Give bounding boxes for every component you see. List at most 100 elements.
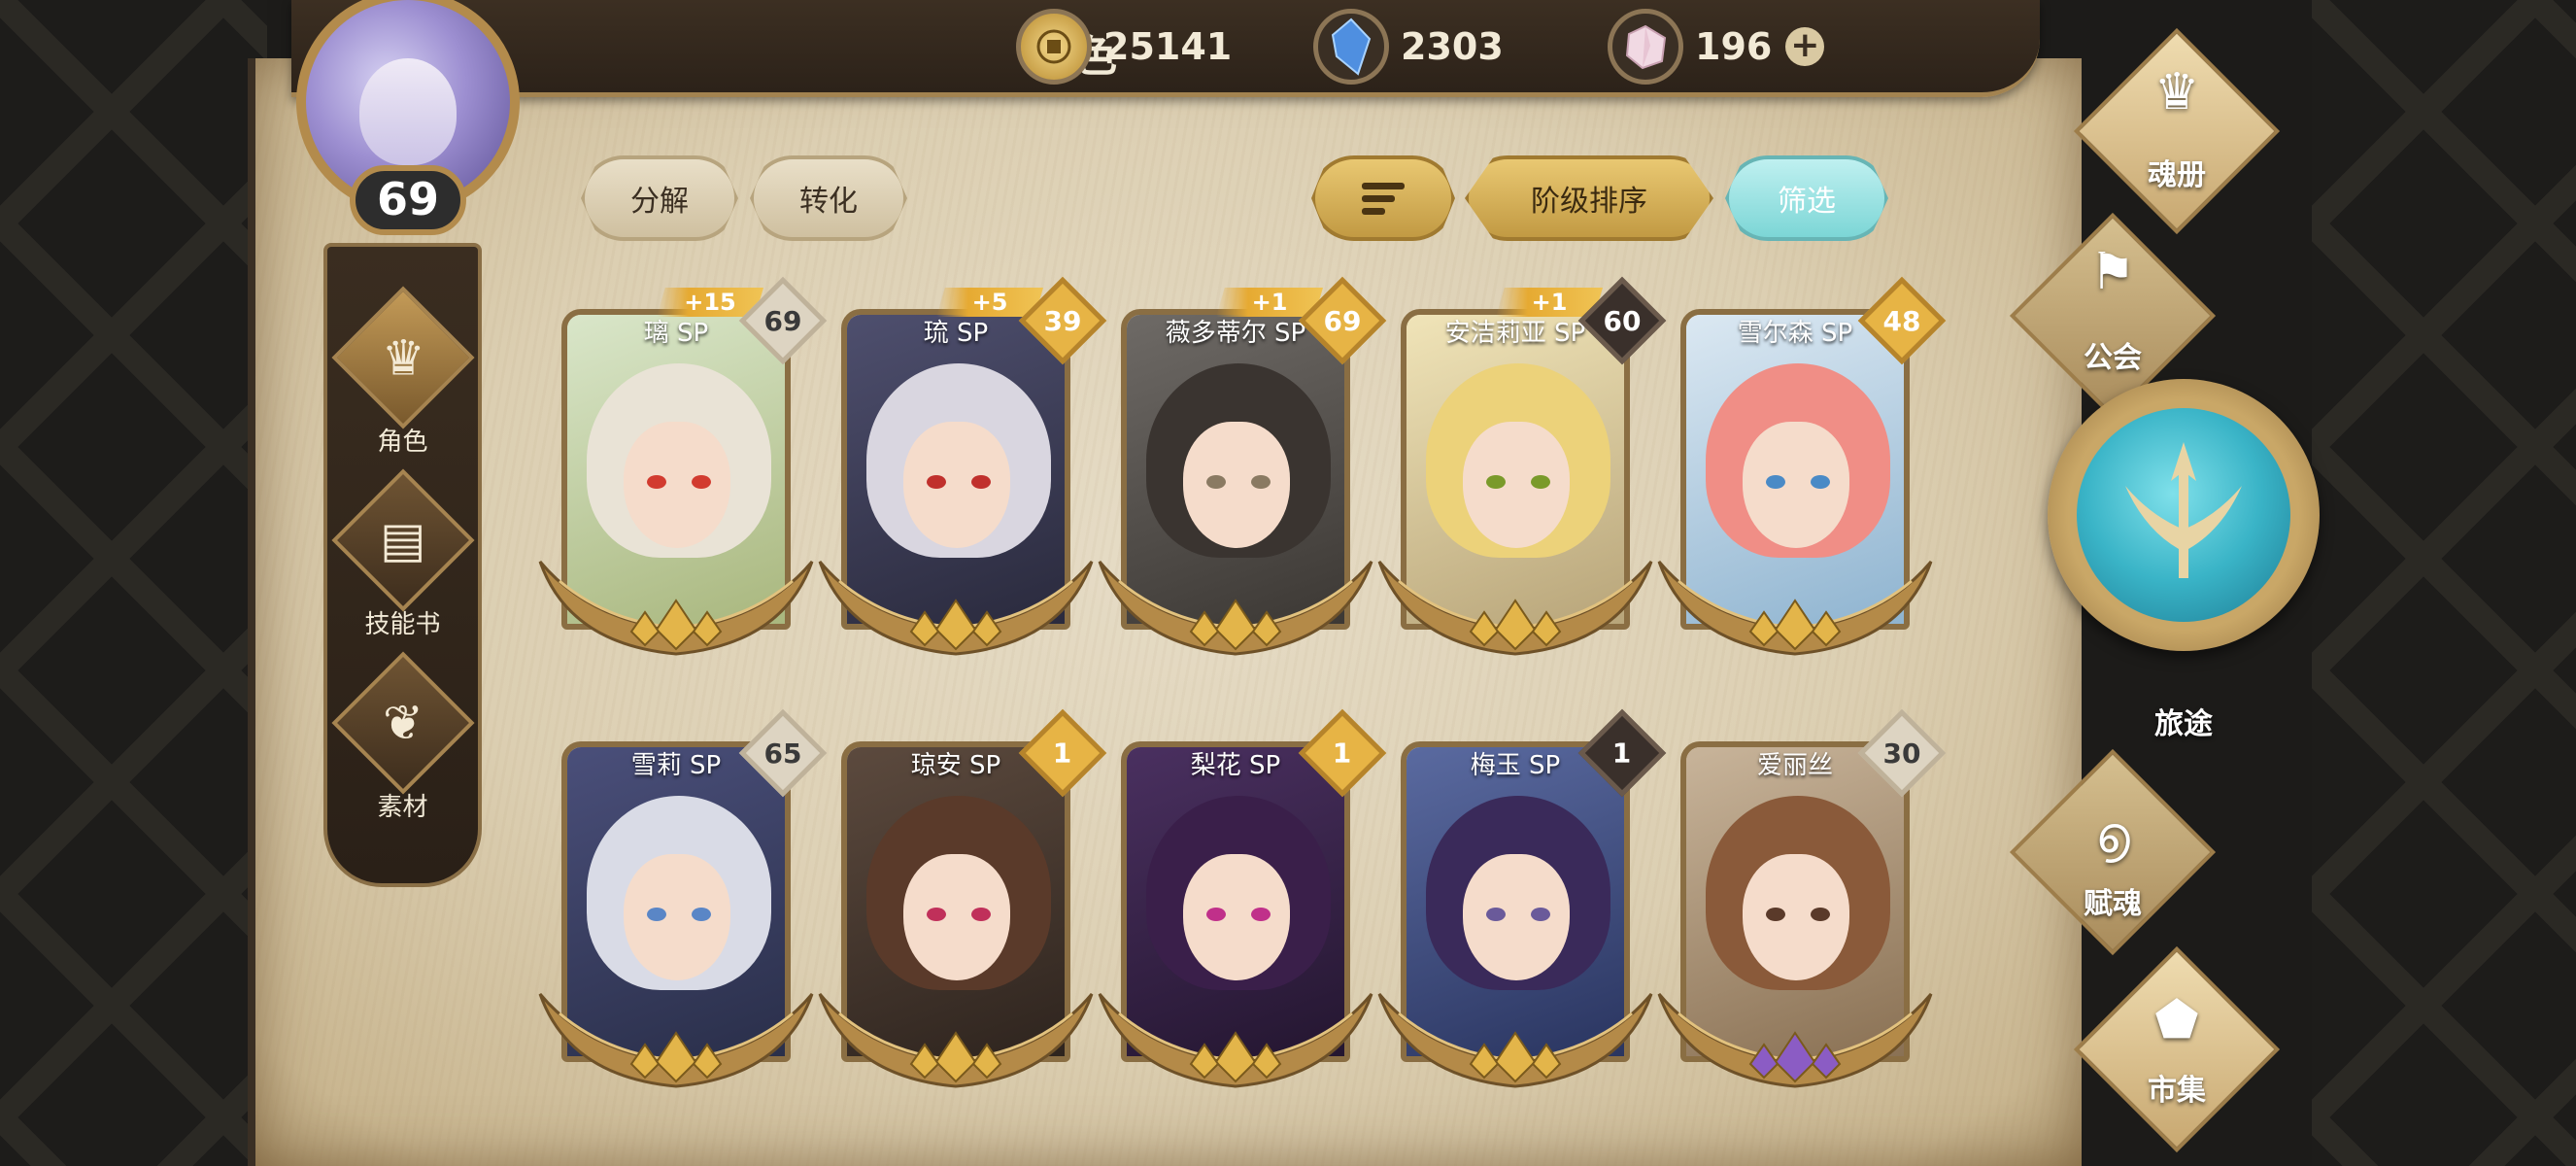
journey-icon [2077, 408, 2290, 622]
player-avatar[interactable]: 69 [282, 0, 534, 262]
character-level: 65 [763, 737, 802, 770]
portrait-eye [1206, 908, 1226, 921]
player-level: 69 [350, 165, 466, 235]
character-level: 1 [1612, 737, 1632, 770]
rank-wings-icon [1377, 561, 1653, 656]
portrait-face [1463, 422, 1570, 548]
portrait-eye [647, 475, 666, 489]
character-card[interactable]: 璃 SP 69 +15 [538, 276, 831, 700]
character-level: 1 [1053, 737, 1072, 770]
portrait-eye [1251, 908, 1271, 921]
crystal-value: 2303 [1401, 25, 1504, 68]
portrait-eye [1766, 475, 1785, 489]
sort-icon [1362, 182, 1405, 215]
sidebar-item-character[interactable]: ♛ 角色 [327, 286, 478, 458]
rank-wings-icon [1098, 993, 1373, 1088]
portrait-eye [1531, 908, 1550, 921]
character-level: 69 [763, 304, 802, 337]
rank-wings-icon [818, 561, 1094, 656]
portrait-eye [1811, 908, 1830, 921]
blue-crystal-icon [1313, 9, 1389, 85]
soul-book-icon: ♛ [2153, 63, 2200, 121]
nav-soul-book-label: 魂册 [2148, 158, 2206, 192]
character-card[interactable]: 梅玉 SP 1 [1377, 708, 1671, 1132]
rank-wings-icon [818, 993, 1094, 1088]
character-card[interactable]: 薇多蒂尔 SP 69 +1 [1098, 276, 1391, 700]
portrait-eye [971, 908, 991, 921]
nav-journey[interactable]: 旅途 [2048, 379, 2329, 748]
portrait-eye [1531, 475, 1550, 489]
portrait-eye [1206, 475, 1226, 489]
portrait-eye [647, 908, 666, 921]
filter-button[interactable]: 筛选 [1725, 155, 1888, 241]
portrait-face [903, 422, 1010, 548]
rank-sort-button[interactable]: 阶级排序 [1465, 155, 1713, 241]
gold-resource: 25141 [1016, 6, 1232, 87]
sidebar-item-material[interactable]: ❦ 素材 [327, 651, 478, 823]
portrait-eye [1811, 475, 1830, 489]
left-sidebar: ♛ 角色 ▤ 技能书 ❦ 素材 [323, 243, 482, 887]
character-level: 1 [1333, 737, 1352, 770]
character-card[interactable]: 琼安 SP 1 [818, 708, 1111, 1132]
portrait-eye [971, 475, 991, 489]
portrait-face [1183, 422, 1290, 548]
portrait-eye [1766, 908, 1785, 921]
character-level: 30 [1882, 737, 1921, 770]
character-icon: ♛ [330, 286, 475, 429]
character-level: 48 [1882, 304, 1921, 337]
decompose-button[interactable]: 分解 [581, 155, 738, 241]
left-wall [0, 0, 267, 1166]
sidebar-item-skill-book[interactable]: ▤ 技能书 [327, 468, 478, 640]
soul-infuse-icon: ൭ [2095, 806, 2130, 865]
market-icon: ⬟ [2154, 991, 2199, 1049]
portrait-eye [692, 908, 711, 921]
convert-button[interactable]: 转化 [750, 155, 907, 241]
portrait-face [1463, 854, 1570, 980]
skill-book-icon: ▤ [330, 468, 475, 612]
portrait-eye [927, 908, 946, 921]
character-card[interactable]: 爱丽丝 30 [1657, 708, 1950, 1132]
material-icon: ❦ [330, 651, 475, 795]
portrait-face [1183, 854, 1290, 980]
pink-gem-icon [1608, 9, 1683, 85]
gold-coin-icon [1016, 9, 1092, 85]
guild-icon: ⚑ [2089, 243, 2136, 301]
portrait-face [903, 854, 1010, 980]
portrait-eye [1486, 475, 1506, 489]
portrait-face [1743, 854, 1849, 980]
add-gem-button[interactable]: + [1785, 27, 1825, 66]
nav-soul-book[interactable] [2073, 27, 2281, 235]
portrait-eye [692, 475, 711, 489]
portrait-face [1743, 422, 1849, 548]
character-level: 69 [1323, 304, 1362, 337]
portrait-eye [1486, 908, 1506, 921]
gem-value: 196 [1695, 25, 1773, 68]
rank-wings-icon [1098, 561, 1373, 656]
character-card[interactable]: 安洁莉亚 SP 60 +1 [1377, 276, 1671, 700]
rank-wings-icon [1657, 561, 1933, 656]
nav-market[interactable] [2073, 945, 2281, 1153]
portrait-eye [927, 475, 946, 489]
nav-soul-infuse-label: 赋魂 [2084, 887, 2142, 921]
character-card[interactable]: 梨花 SP 1 [1098, 708, 1391, 1132]
rank-wings-icon [1657, 993, 1933, 1088]
top-bar: 雪色 25141 2303 196 + [291, 0, 2040, 97]
avatar-face [359, 58, 457, 165]
sort-order-button[interactable] [1311, 155, 1455, 241]
character-card[interactable]: 雪莉 SP 65 [538, 708, 831, 1132]
gem-resource[interactable]: 196 + [1608, 6, 1825, 87]
nav-journey-label: 旅途 [2154, 707, 2213, 741]
portrait-face [624, 422, 730, 548]
portrait-face [624, 854, 730, 980]
portrait-eye [1251, 475, 1271, 489]
nav-market-label: 市集 [2148, 1074, 2206, 1108]
character-card[interactable]: 琉 SP 39 +5 [818, 276, 1111, 700]
rank-wings-icon [1377, 993, 1653, 1088]
gold-value: 25141 [1103, 25, 1233, 68]
nav-guild-label: 公会 [2084, 341, 2142, 375]
crystal-resource: 2303 [1313, 6, 1504, 87]
character-level: 39 [1043, 304, 1082, 337]
rank-wings-icon [538, 993, 814, 1088]
character-card[interactable]: 雪尔森 SP 48 [1657, 276, 1950, 700]
rank-wings-icon [538, 561, 814, 656]
